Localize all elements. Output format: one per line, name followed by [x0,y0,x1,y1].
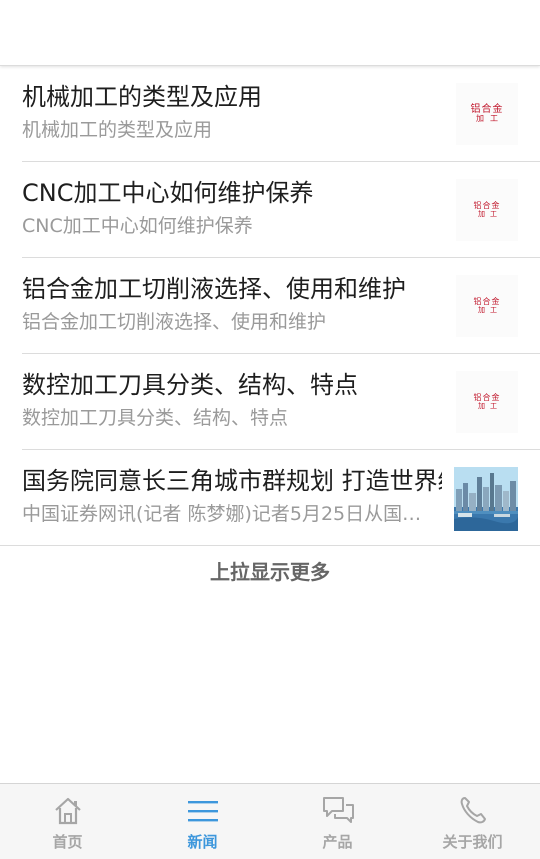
news-description: 数控加工刀具分类、结构、特点 [22,407,289,429]
news-thumbnail-logo: 铝合金 加工 [456,179,518,241]
tab-products[interactable]: 产品 [270,784,405,859]
news-item[interactable]: 国务院同意长三角城市群规划 打造世界级城市群 中国证券网讯(记者 陈梦娜)记者5… [0,450,540,546]
news-item[interactable]: 数控加工刀具分类、结构、特点 数控加工刀具分类、结构、特点 铝合金 加工 [22,354,540,450]
news-title: CNC加工中心如何维护保养 [22,179,314,207]
news-title: 机械加工的类型及应用 [22,83,262,111]
news-thumbnail-logo: 铝合金 加工 [456,371,518,433]
phone-icon [460,797,486,824]
news-title: 铝合金加工切削液选择、使用和维护 [22,275,406,303]
tab-label: 首页 [52,833,83,851]
chat-icon [322,797,354,823]
news-description: CNC加工中心如何维护保养 [22,215,253,237]
load-more-button[interactable]: 上拉显示更多 [0,556,540,585]
tab-label: 产品 [322,833,353,851]
news-description: 机械加工的类型及应用 [22,119,213,141]
news-item[interactable]: 铝合金加工切削液选择、使用和维护 铝合金加工切削液选择、使用和维护 铝合金 加工 [22,258,540,354]
home-icon [54,797,81,825]
news-item[interactable]: 机械加工的类型及应用 机械加工的类型及应用 铝合金 加工 [22,66,540,162]
logo-text-line2: 加工 [476,114,504,124]
news-description: 中国证券网讯(记者 陈梦娜)记者5月25日从国家发改委获悉 [22,503,434,525]
logo-text-line2: 加工 [478,209,502,218]
news-list: 机械加工的类型及应用 机械加工的类型及应用 铝合金 加工 CNC加工中心如何维护… [0,66,540,546]
city-skyline-image [454,467,518,531]
news-title: 数控加工刀具分类、结构、特点 [22,371,358,399]
tab-home[interactable]: 首页 [0,784,135,859]
top-header-bar [0,0,540,66]
tab-label: 新闻 [187,833,218,851]
news-thumbnail-logo: 铝合金 加工 [456,83,518,145]
bottom-tab-bar: 首页 新闻 产品 关于我们 [0,783,540,859]
tab-about-us[interactable]: 关于我们 [405,784,540,859]
logo-text-line2: 加工 [478,401,502,410]
tab-news[interactable]: 新闻 [135,784,270,859]
menu-icon [187,801,218,822]
news-thumbnail-city-photo [454,467,518,531]
news-description: 铝合金加工切削液选择、使用和维护 [22,311,327,333]
news-item[interactable]: CNC加工中心如何维护保养 CNC加工中心如何维护保养 铝合金 加工 [22,162,540,258]
news-thumbnail-logo: 铝合金 加工 [456,275,518,337]
logo-text-line2: 加工 [478,305,502,314]
tab-label: 关于我们 [442,833,503,851]
news-title: 国务院同意长三角城市群规划 打造世界级城市群 [22,467,442,495]
